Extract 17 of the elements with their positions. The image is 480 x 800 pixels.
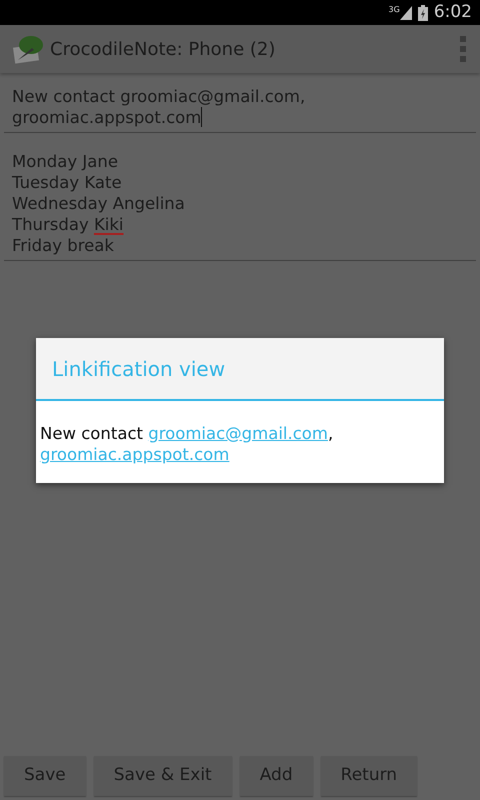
status-time: 6:02 [434, 0, 472, 24]
action-button[interactable]: Return [320, 756, 418, 796]
action-button[interactable]: Add [240, 756, 313, 796]
link[interactable]: groomiac@gmail.com [148, 424, 328, 443]
app-title: CrocodileNote: Phone (2) [50, 38, 276, 62]
dialog-title: Linkification view [52, 356, 226, 382]
network-label: 3G [388, 4, 400, 16]
signal-icon [400, 6, 412, 20]
action-button[interactable]: Save [4, 756, 86, 796]
note-body-field[interactable]: Monday Jane Tuesday Kate Wednesday Angelina Thursday Kiki Friday break [4, 147, 476, 261]
battery-icon [418, 4, 428, 20]
dialog-message: New contact groomiac@gmail.com, groomiac.appspot.com [39, 423, 334, 466]
overflow-menu-icon[interactable] [460, 36, 468, 62]
action-button[interactable]: Save & Exit [94, 756, 232, 796]
title-field[interactable]: New contact groomiac@gmail.com, groomiac.appspot.com [4, 82, 476, 133]
link[interactable]: groomiac.appspot.com [40, 445, 230, 464]
crocodile-logo-icon [12, 34, 44, 64]
